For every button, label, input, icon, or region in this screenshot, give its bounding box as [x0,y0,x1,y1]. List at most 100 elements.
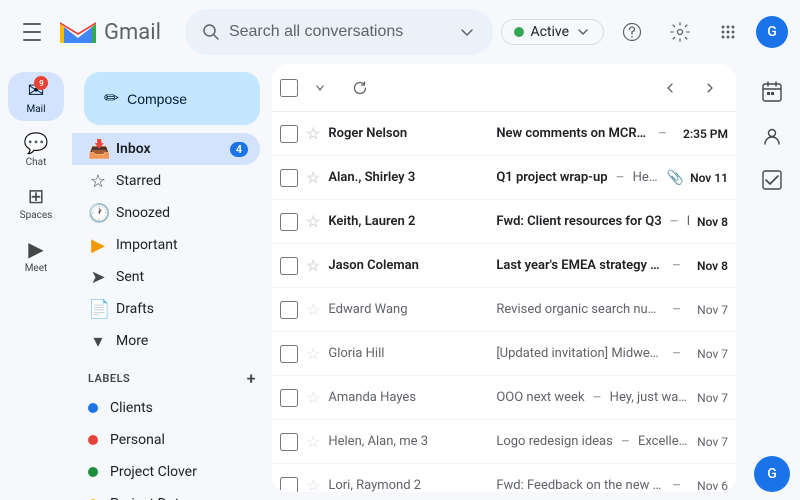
star-button[interactable]: ☆ [306,212,320,231]
label-color-dot [88,435,98,445]
email-subject: Logo redesign ideas [496,434,613,449]
star-button[interactable]: ☆ [306,168,320,187]
nav-item-inbox[interactable]: 📥 Inbox 4 [72,133,260,165]
email-row[interactable]: ☆ Jason Coleman Last year's EMEA strateg… [272,244,736,288]
status-pill[interactable]: Active [501,19,604,45]
label-clients[interactable]: Clients [72,392,260,424]
email-row[interactable]: ☆ Roger Nelson New comments on MCR2020 d… [272,112,736,156]
attachment-icon: 📎 [667,170,684,186]
email-row[interactable]: ☆ Edward Wang Revised organic search num… [272,288,736,332]
email-checkbox[interactable] [280,345,298,363]
email-checkbox[interactable] [280,125,298,143]
star-button[interactable]: ☆ [306,300,320,319]
email-checkbox[interactable] [280,301,298,319]
compose-button[interactable]: ✏ Compose [84,72,260,125]
nav-item-sent[interactable]: ➤ Sent [72,261,260,293]
compose-label: Compose [127,91,187,107]
email-sender: Helen, Alan, me 3 [328,434,488,449]
avatar[interactable]: G [756,16,788,48]
email-content: Fwd: Client resources for Q3 – Ritesh, h… [496,214,689,230]
label-project-clover[interactable]: Project Clover [72,456,260,488]
mail-label: Mail [26,104,45,115]
email-row[interactable]: ☆ Keith, Lauren 2 Fwd: Client resources … [272,200,736,244]
star-button[interactable]: ☆ [306,476,320,492]
email-separator: – [658,126,667,142]
email-content: Revised organic search numbers – Hi, all… [496,302,689,318]
drafts-label: Drafts [116,301,248,317]
nav-item-important[interactable]: ▶ Important [72,229,260,261]
quick-tasks-button[interactable] [752,160,792,200]
email-sender: Roger Nelson [328,126,488,141]
email-meta: Nov 8 [697,215,728,229]
star-button[interactable]: ☆ [306,344,320,363]
star-button[interactable]: ☆ [306,124,320,143]
email-content: [Updated invitation] Midwest retail sale… [496,346,689,362]
starred-label: Starred [116,173,248,189]
star-button[interactable]: ☆ [306,388,320,407]
menu-icon[interactable] [12,12,52,52]
label-color-dot [88,467,98,477]
status-label: Active [530,24,569,40]
quick-contacts-button[interactable] [752,116,792,156]
quick-avatar-button[interactable]: G [754,456,790,492]
email-checkbox[interactable] [280,257,298,275]
email-time: Nov 11 [690,171,728,185]
nav-item-drafts[interactable]: 📄 Drafts [72,293,260,325]
email-time: Nov 8 [697,259,728,273]
email-sender: Lori, Raymond 2 [328,478,488,492]
email-meta: Nov 6 [697,479,728,493]
email-checkbox[interactable] [280,169,298,187]
nav-item-more[interactable]: ▾ More [72,325,260,357]
next-page-button[interactable] [692,70,728,106]
email-time: Nov 8 [697,215,728,229]
email-sender: Keith, Lauren 2 [328,214,488,229]
email-time: Nov 7 [697,347,728,361]
select-dropdown-button[interactable] [302,70,338,106]
meet-label: Meet [25,263,48,274]
apps-button[interactable] [708,12,748,52]
sidebar: ✏ Compose 📥 Inbox 4 ☆ Starred 🕐 Snoozed … [72,64,272,500]
search-dropdown-icon[interactable] [457,22,477,42]
sidebar-item-chat[interactable]: 💬 Chat [8,125,64,174]
sidebar-item-meet[interactable]: ▶ Meet [8,231,64,280]
email-content: Logo redesign ideas – Excellent. Do have… [496,434,689,450]
quick-calendar-button[interactable] [752,72,792,112]
email-preview: Here's a list of all the top challenges … [633,170,659,185]
sidebar-item-spaces[interactable]: ⊞ Spaces [8,178,64,227]
status-dot [514,27,524,37]
top-right-actions: Active G [501,12,788,52]
prev-page-button[interactable] [652,70,688,106]
email-content: Fwd: Feedback on the new signup experien… [496,478,689,493]
refresh-button[interactable] [342,70,378,106]
nav-item-snoozed[interactable]: 🕐 Snoozed [72,197,260,229]
email-checkbox[interactable] [280,213,298,231]
email-row[interactable]: ☆ Gloria Hill [Updated invitation] Midwe… [272,332,736,376]
chat-label: Chat [26,157,47,168]
nav-item-starred[interactable]: ☆ Starred [72,165,260,197]
settings-button[interactable] [660,12,700,52]
email-row[interactable]: ☆ Lori, Raymond 2 Fwd: Feedback on the n… [272,464,736,492]
email-subject: [Updated invitation] Midwest retail sale… [496,346,664,361]
label-project-dot[interactable]: Project Dot [72,488,260,500]
email-checkbox[interactable] [280,477,298,493]
email-row[interactable]: ☆ Amanda Hayes OOO next week – Hey, just… [272,376,736,420]
email-checkbox[interactable] [280,433,298,451]
star-button[interactable]: ☆ [306,256,320,275]
add-label-button[interactable]: + [247,369,256,388]
mail-badge: 9 [34,76,48,90]
email-row[interactable]: ☆ Helen, Alan, me 3 Logo redesign ideas … [272,420,736,464]
email-content: New comments on MCR2020 draft presentati… [496,126,675,142]
help-button[interactable] [612,12,652,52]
select-all-checkbox[interactable] [280,79,298,97]
search-input[interactable] [229,23,449,41]
email-separator: – [672,478,681,493]
inbox-label: Inbox [116,141,222,157]
email-section: ☆ Roger Nelson New comments on MCR2020 d… [272,64,736,492]
email-checkbox[interactable] [280,389,298,407]
email-row[interactable]: ☆ Alan., Shirley 3 Q1 project wrap-up – … [272,156,736,200]
label-personal[interactable]: Personal [72,424,260,456]
email-time: 2:35 PM [683,127,728,141]
important-label: Important [116,237,248,253]
star-button[interactable]: ☆ [306,432,320,451]
sidebar-item-mail[interactable]: ✉ 9 Mail [8,72,64,121]
